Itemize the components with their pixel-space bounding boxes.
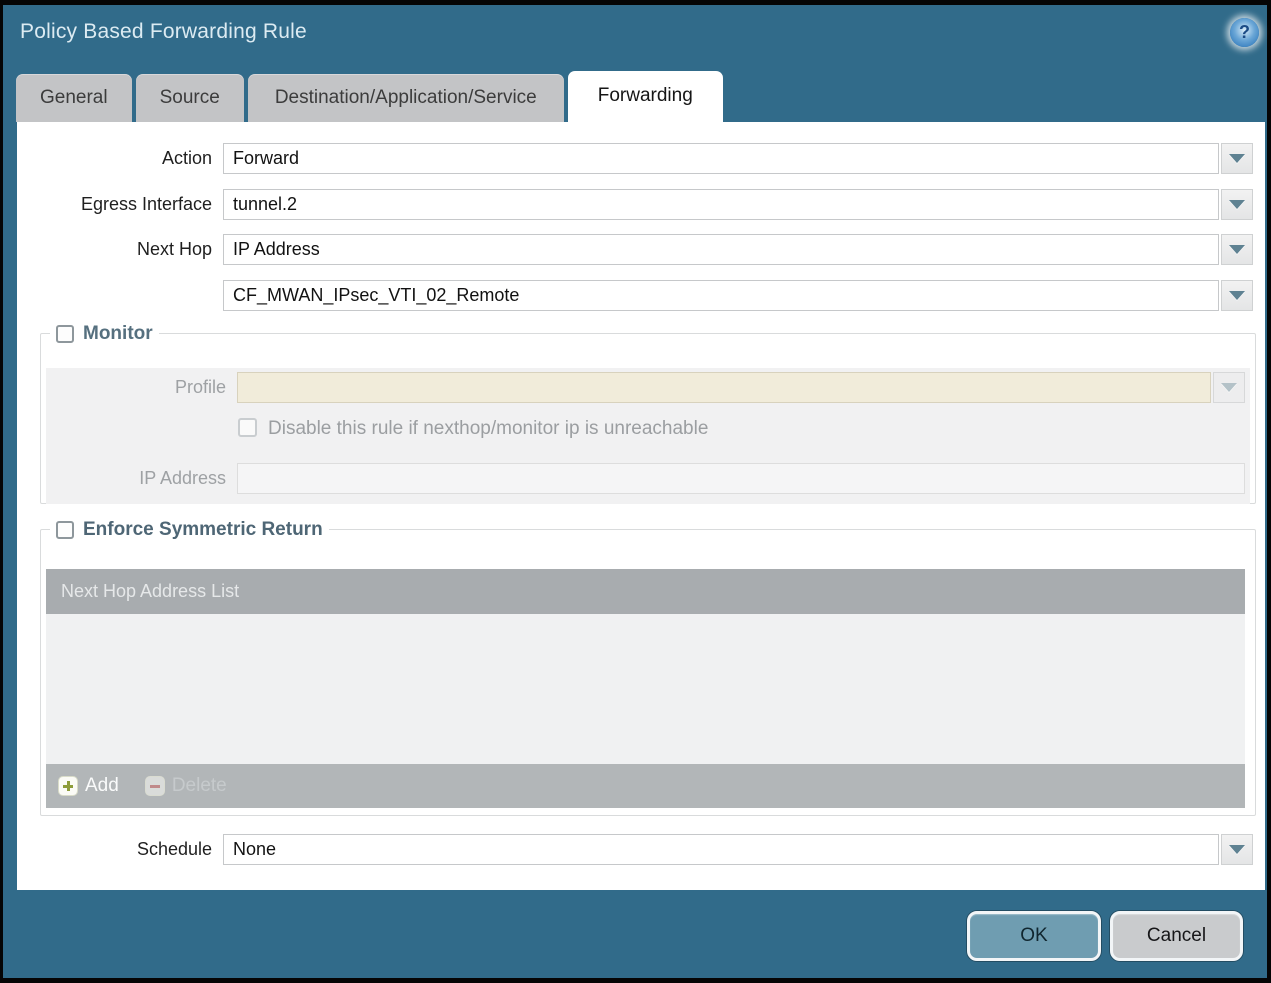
tab-bar: General Source Destination/Application/S… — [16, 71, 723, 122]
next-hop-combo — [223, 234, 1253, 265]
delete-button-label: Delete — [172, 775, 227, 797]
egress-interface-row: Egress Interface — [17, 189, 1253, 220]
add-button[interactable]: Add — [58, 775, 119, 797]
forwarding-tab-panel: Action Egress Interface — [17, 122, 1265, 890]
action-row: Action — [17, 143, 1253, 174]
action-input[interactable] — [223, 143, 1219, 174]
action-dropdown-button[interactable] — [1221, 143, 1253, 174]
chevron-down-icon — [1229, 291, 1245, 300]
profile-label: Profile — [46, 372, 226, 403]
chevron-down-icon — [1229, 200, 1245, 209]
monitor-ip-label: IP Address — [46, 463, 226, 494]
policy-based-forwarding-dialog: Policy Based Forwarding Rule ? General S… — [3, 5, 1267, 978]
egress-interface-input[interactable] — [223, 189, 1219, 220]
schedule-combo — [223, 834, 1253, 865]
next-hop-row: Next Hop — [17, 234, 1253, 265]
dialog-title: Policy Based Forwarding Rule — [20, 20, 307, 44]
profile-dropdown-button — [1213, 372, 1245, 403]
next-hop-label: Next Hop — [17, 234, 212, 265]
next-hop-dropdown-button[interactable] — [1221, 234, 1253, 265]
next-hop-address-list-table: Next Hop Address List Add Delete — [46, 569, 1245, 808]
enforce-symmetric-return-group: Enforce Symmetric Return Next Hop Addres… — [40, 529, 1256, 816]
egress-interface-combo — [223, 189, 1253, 220]
profile-row: Profile — [46, 372, 1245, 403]
enforce-symmetric-return-legend: Enforce Symmetric Return — [50, 519, 329, 541]
tab-general[interactable]: General — [16, 74, 132, 122]
chevron-down-icon — [1229, 245, 1245, 254]
monitor-legend: Monitor — [50, 323, 159, 345]
cancel-button[interactable]: Cancel — [1110, 911, 1243, 961]
schedule-dropdown-button[interactable] — [1221, 834, 1253, 865]
disable-rule-label: Disable this rule if nexthop/monitor ip … — [268, 418, 708, 440]
monitor-ip-row: IP Address — [46, 463, 1245, 494]
delete-button: Delete — [145, 775, 227, 797]
next-hop-address-row — [17, 280, 1253, 311]
next-hop-address-list-header: Next Hop Address List — [46, 569, 1245, 614]
monitor-panel: Profile Disable this rule if nexthop/mon… — [46, 368, 1250, 504]
egress-interface-dropdown-button[interactable] — [1221, 189, 1253, 220]
plus-icon — [58, 776, 78, 796]
next-hop-type-input[interactable] — [223, 234, 1219, 265]
disable-rule-row: Disable this rule if nexthop/monitor ip … — [238, 418, 708, 440]
schedule-label: Schedule — [17, 834, 212, 865]
chevron-down-icon — [1229, 154, 1245, 163]
action-combo — [223, 143, 1253, 174]
next-hop-address-dropdown-button[interactable] — [1221, 280, 1253, 311]
tab-destination-application-service[interactable]: Destination/Application/Service — [248, 74, 564, 122]
next-hop-address-list-toolbar: Add Delete — [46, 764, 1245, 808]
next-hop-address-input[interactable] — [223, 280, 1219, 311]
ok-button[interactable]: OK — [967, 911, 1101, 961]
egress-interface-label: Egress Interface — [17, 189, 212, 220]
monitor-ip-input — [237, 463, 1245, 494]
monitor-group: Monitor Profile Disable this rul — [40, 333, 1256, 504]
chevron-down-icon — [1229, 845, 1245, 854]
monitor-checkbox[interactable] — [56, 325, 74, 343]
add-button-label: Add — [85, 775, 119, 797]
next-hop-address-combo — [223, 280, 1253, 311]
action-label: Action — [17, 143, 212, 174]
help-icon[interactable]: ? — [1230, 18, 1259, 47]
monitor-group-title: Monitor — [83, 323, 153, 345]
minus-icon — [145, 776, 165, 796]
enforce-symmetric-return-title: Enforce Symmetric Return — [83, 519, 323, 541]
profile-input — [237, 372, 1211, 403]
next-hop-address-list-body[interactable] — [46, 614, 1245, 764]
tab-source[interactable]: Source — [136, 74, 244, 122]
enforce-symmetric-return-checkbox[interactable] — [56, 521, 74, 539]
schedule-row: Schedule — [17, 834, 1253, 865]
disable-rule-checkbox[interactable] — [238, 418, 257, 437]
chevron-down-icon — [1221, 383, 1237, 392]
schedule-input[interactable] — [223, 834, 1219, 865]
tab-forwarding[interactable]: Forwarding — [568, 71, 723, 122]
screen: Policy Based Forwarding Rule ? General S… — [0, 0, 1271, 983]
